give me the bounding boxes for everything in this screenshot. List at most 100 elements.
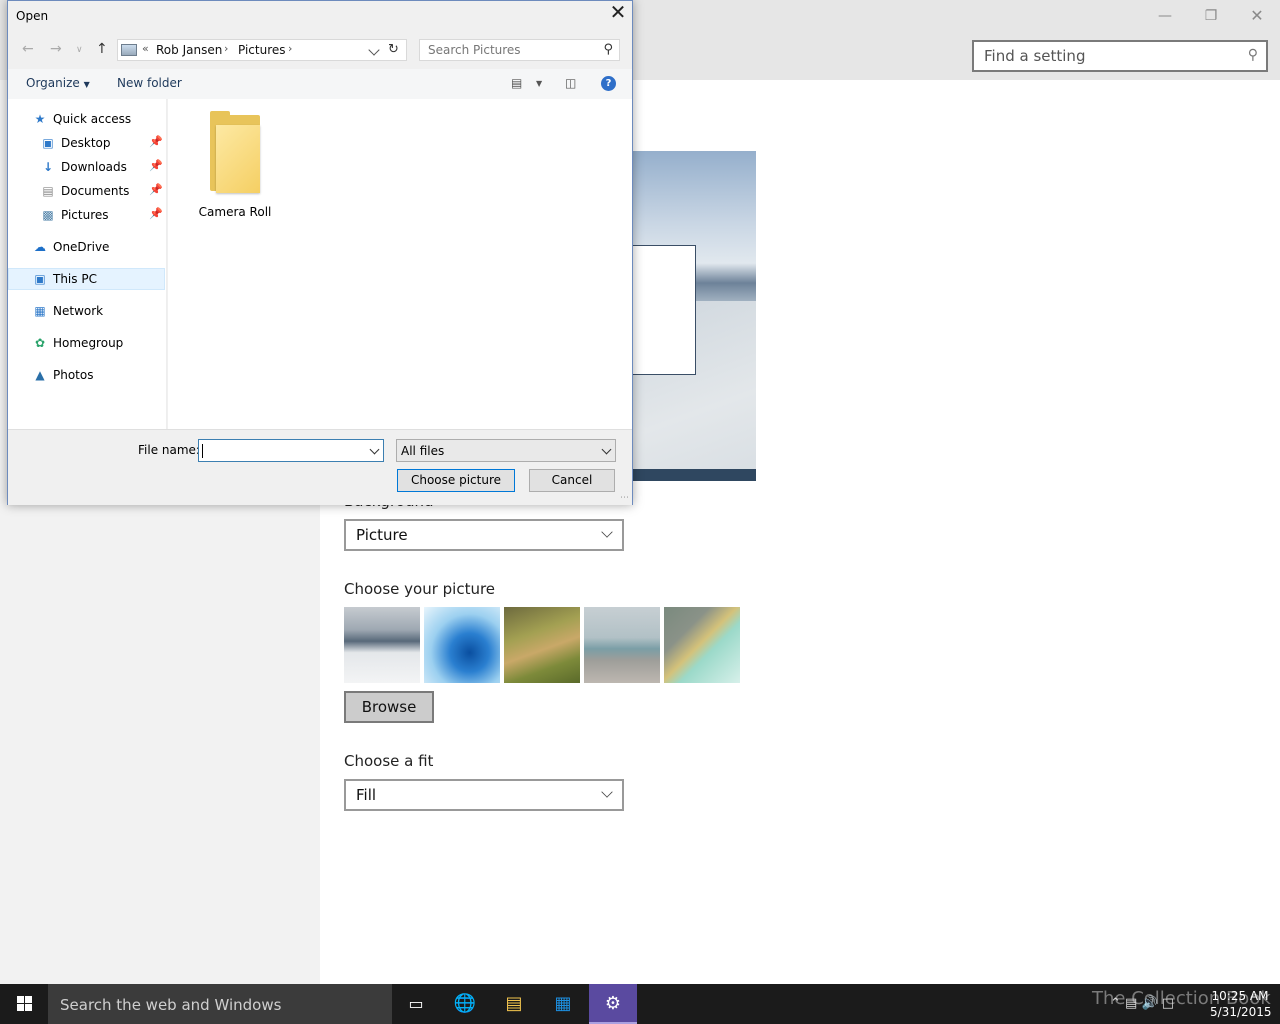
nav-item-photos[interactable]: ▲ Photos [8, 364, 165, 386]
windows-logo-icon [17, 996, 24, 1003]
recent-locations-icon[interactable]: ∨ [76, 45, 83, 55]
breadcrumb-separator-icon[interactable]: › [224, 42, 228, 55]
nav-item-pictures[interactable]: ▩ Pictures 📌 [8, 204, 165, 226]
breadcrumb-overflow[interactable]: « [142, 42, 149, 55]
start-button[interactable] [0, 984, 48, 1024]
back-arrow-icon[interactable]: ← [22, 41, 34, 57]
taskbar-clock[interactable]: 10:25 AM 5/31/2015 [1210, 988, 1272, 1020]
nav-item-label: Desktop [61, 136, 111, 150]
text-caret [202, 444, 203, 458]
search-pictures-input[interactable]: Search Pictures ⚲ [419, 39, 620, 61]
choose-fit-label: Choose a fit [344, 752, 434, 770]
close-icon[interactable]: ✕ [604, 1, 632, 25]
background-dropdown[interactable]: Picture [344, 519, 624, 551]
forward-arrow-icon[interactable]: → [50, 41, 62, 57]
windows-logo-tile [25, 996, 32, 1003]
breadcrumb-rob-jansen[interactable]: Rob Jansen [156, 43, 222, 57]
folder-item-camera-roll[interactable] [202, 111, 274, 211]
picture-thumbnail-3[interactable] [504, 607, 580, 683]
address-bar[interactable]: « Rob Jansen › Pictures › ↻ [117, 39, 407, 61]
fit-dropdown-value: Fill [356, 786, 377, 804]
fit-dropdown[interactable]: Fill [344, 779, 624, 811]
resize-grip-icon[interactable]: ⋯ [620, 493, 629, 503]
open-file-dialog: Open ✕ ← → ∨ ↑ « Rob Jansen › Pictures ›… [7, 0, 633, 505]
preview-taskbar-mock [632, 469, 756, 481]
refresh-icon[interactable]: ↻ [388, 42, 399, 57]
chevron-down-icon [601, 444, 612, 455]
nav-item-network[interactable]: ▦ Network [8, 300, 165, 322]
browser-icon[interactable]: 🌐 [441, 984, 489, 1024]
nav-item-this-pc[interactable]: ▣ This PC [8, 268, 165, 290]
browse-button[interactable]: Browse [344, 691, 434, 723]
organize-menu[interactable]: Organize ▼ [26, 76, 90, 90]
task-view-icon[interactable]: ▭ [392, 984, 440, 1024]
minimize-icon[interactable]: — [1142, 4, 1188, 28]
nav-item-documents[interactable]: ▤ Documents 📌 [8, 180, 165, 202]
dialog-toolbar: Organize ▼ New folder ▤ ▼ ◫ [8, 69, 632, 99]
chevron-down-icon [601, 526, 613, 538]
close-icon[interactable]: ✕ [1234, 4, 1280, 28]
nav-item-label: Pictures [61, 208, 109, 222]
up-arrow-icon[interactable]: ↑ [96, 41, 108, 57]
cloud-icon: ☁ [34, 240, 46, 254]
file-type-select[interactable]: All files [396, 439, 616, 462]
nav-item-quick-access[interactable]: ★ Quick access [8, 108, 165, 130]
view-options-icon[interactable]: ▤ [511, 76, 522, 90]
nav-item-label: OneDrive [53, 240, 110, 254]
choose-picture-button[interactable]: Choose picture [397, 469, 515, 492]
taskbar-search-placeholder: Search the web and Windows [60, 996, 282, 1014]
breadcrumb-separator-icon[interactable]: › [288, 42, 292, 55]
file-type-value: All files [401, 444, 445, 458]
chevron-down-icon[interactable]: ▼ [536, 79, 542, 88]
nav-item-onedrive[interactable]: ☁ OneDrive [8, 236, 165, 258]
store-icon[interactable]: ▦ [539, 984, 587, 1024]
breadcrumb-pictures[interactable]: Pictures [238, 43, 286, 57]
network-icon: ▦ [34, 304, 46, 318]
chevron-down-icon: ▼ [83, 80, 90, 89]
nav-item-downloads[interactable]: ↓ Downloads 📌 [8, 156, 165, 178]
file-name-label: File name: [138, 443, 200, 457]
organize-label: Organize [26, 76, 80, 90]
taskbar-search-box[interactable]: Search the web and Windows [48, 984, 392, 1024]
windows-logo-tile [25, 1004, 32, 1011]
pin-icon[interactable]: 📌 [149, 159, 163, 172]
this-pc-icon [121, 44, 137, 56]
restore-icon[interactable]: ❐ [1188, 4, 1234, 28]
nav-item-label: Documents [61, 184, 130, 198]
chevron-down-icon[interactable] [369, 444, 380, 455]
choose-picture-label: Choose your picture [344, 580, 496, 598]
preview-window-mock [632, 245, 696, 375]
file-name-input[interactable] [198, 439, 384, 462]
clock-time: 10:25 AM [1211, 989, 1269, 1003]
file-explorer-icon[interactable]: ▤ [490, 984, 538, 1024]
star-icon: ★ [34, 112, 46, 126]
pin-icon[interactable]: 📌 [149, 135, 163, 148]
folder-label[interactable]: Camera Roll [168, 205, 302, 219]
pin-icon[interactable]: 📌 [149, 207, 163, 220]
download-arrow-icon: ↓ [42, 160, 54, 174]
help-icon[interactable]: ? [601, 76, 616, 91]
nav-item-homegroup[interactable]: ✿ Homegroup [8, 332, 165, 354]
dialog-bottom-pane: File name: All files Choose picture Canc… [8, 429, 632, 505]
nav-item-label: Homegroup [53, 336, 124, 350]
nav-item-desktop[interactable]: ▣ Desktop 📌 [8, 132, 165, 154]
search-icon: ⚲ [1247, 47, 1258, 63]
search-icon: ⚲ [603, 42, 613, 57]
new-folder-button[interactable]: New folder [117, 76, 182, 90]
taskbar: Search the web and Windows ▭ 🌐 ▤ ▦ ⚙ The… [0, 984, 1280, 1024]
cancel-button[interactable]: Cancel [529, 469, 615, 492]
settings-app-icon[interactable]: ⚙ [589, 984, 637, 1024]
picture-thumbnail-1[interactable] [344, 607, 420, 683]
homegroup-icon: ✿ [34, 336, 46, 350]
picture-thumbnail-5[interactable] [664, 607, 740, 683]
preview-pane-icon[interactable]: ◫ [565, 76, 576, 90]
background-dropdown-value: Picture [356, 526, 408, 544]
desktop-icon: ▣ [42, 136, 54, 150]
settings-search-input[interactable]: Find a setting ⚲ [972, 40, 1268, 72]
system-tray-icons[interactable]: ⌃ ▤ 🔊 □ [1110, 996, 1174, 1011]
chevron-down-icon[interactable] [368, 44, 380, 56]
picture-thumbnail-4[interactable] [584, 607, 660, 683]
pictures-icon: ▩ [42, 208, 54, 222]
picture-thumbnail-2[interactable] [424, 607, 500, 683]
pin-icon[interactable]: 📌 [149, 183, 163, 196]
